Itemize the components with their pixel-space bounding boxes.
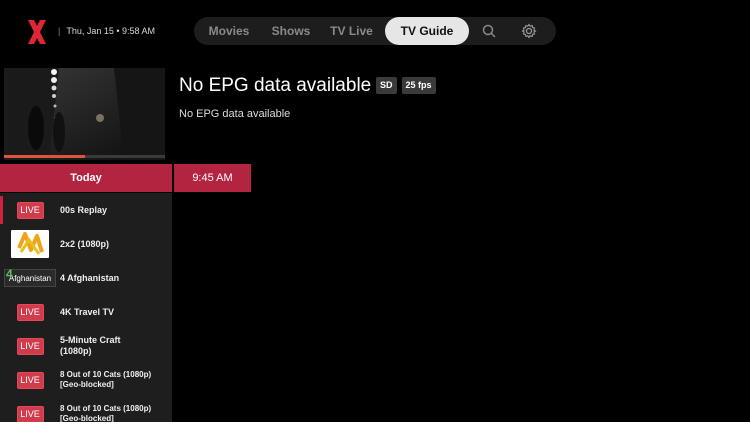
- live-badge: LIVE: [16, 337, 44, 355]
- channel-row[interactable]: 4 Afghanistan 4 Afghanistan: [0, 261, 172, 295]
- program-description: No EPG data available: [179, 108, 291, 120]
- channel-name: 00s Replay: [60, 204, 108, 215]
- channel-row[interactable]: LIVE 5-Minute Craft (1080p): [0, 329, 172, 363]
- channel-logo: LIVE: [0, 405, 60, 422]
- video-preview[interactable]: [4, 68, 165, 160]
- channel-logo: LIVE: [0, 303, 60, 321]
- channel-name: 2x2 (1080p): [60, 238, 110, 249]
- search-icon[interactable]: [469, 17, 509, 45]
- top-nav: Movies Shows TV Live TV Guide: [194, 17, 556, 45]
- channel-name: 8 Out of 10 Cats (1080p) [Geo-blocked]: [60, 404, 152, 422]
- time-slot: 9:45 AM: [174, 164, 251, 192]
- channel-logo: LIVE: [0, 371, 60, 389]
- channel-row[interactable]: LIVE 4K Travel TV: [0, 295, 172, 329]
- channel-row[interactable]: LIVE 8 Out of 10 Cats (1080p) [Geo-block…: [0, 363, 172, 397]
- channel-logo: [0, 230, 60, 258]
- live-badge: LIVE: [16, 405, 44, 422]
- channel-row[interactable]: LIVE 00s Replay: [0, 193, 172, 227]
- channel-list: LIVE 00s Replay 2x2 (1080p) 4 Afghanistan…: [0, 193, 172, 422]
- channel-name: 4 Afghanistan: [60, 272, 120, 283]
- app-logo: [26, 18, 48, 46]
- program-title: No EPG data available: [179, 75, 372, 96]
- channel-name: 4K Travel TV: [60, 306, 115, 317]
- channel-name: 5-Minute Craft (1080p): [60, 335, 121, 356]
- channel-logo: LIVE: [0, 201, 60, 219]
- day-selector[interactable]: Today: [0, 164, 172, 192]
- channel-name: 8 Out of 10 Cats (1080p) [Geo-blocked]: [60, 370, 152, 389]
- nav-tv-live[interactable]: TV Live: [318, 17, 385, 45]
- 2x2-logo-icon: [11, 230, 49, 258]
- nav-shows[interactable]: Shows: [264, 17, 318, 45]
- live-badge: LIVE: [16, 201, 44, 219]
- nav-movies[interactable]: Movies: [194, 17, 264, 45]
- playback-progress-fill: [4, 155, 85, 158]
- nav-tv-guide[interactable]: TV Guide: [385, 17, 469, 45]
- live-badge: LIVE: [16, 303, 44, 321]
- datetime: | Thu, Jan 15 • 9:58 AM: [58, 26, 156, 36]
- program-badges: SD 25 fps: [376, 77, 436, 94]
- fps-badge: 25 fps: [401, 77, 436, 94]
- channel-logo: 4 Afghanistan: [0, 267, 60, 287]
- resolution-badge: SD: [376, 77, 397, 94]
- channel-row[interactable]: 2x2 (1080p): [0, 227, 172, 261]
- live-badge: LIVE: [16, 371, 44, 389]
- afghanistan-logo-icon: 4 Afghanistan: [4, 267, 56, 287]
- playback-progress: [4, 155, 165, 158]
- channel-logo: LIVE: [0, 337, 60, 355]
- channel-row[interactable]: LIVE 8 Out of 10 Cats (1080p) [Geo-block…: [0, 397, 172, 422]
- gear-icon[interactable]: [509, 17, 549, 45]
